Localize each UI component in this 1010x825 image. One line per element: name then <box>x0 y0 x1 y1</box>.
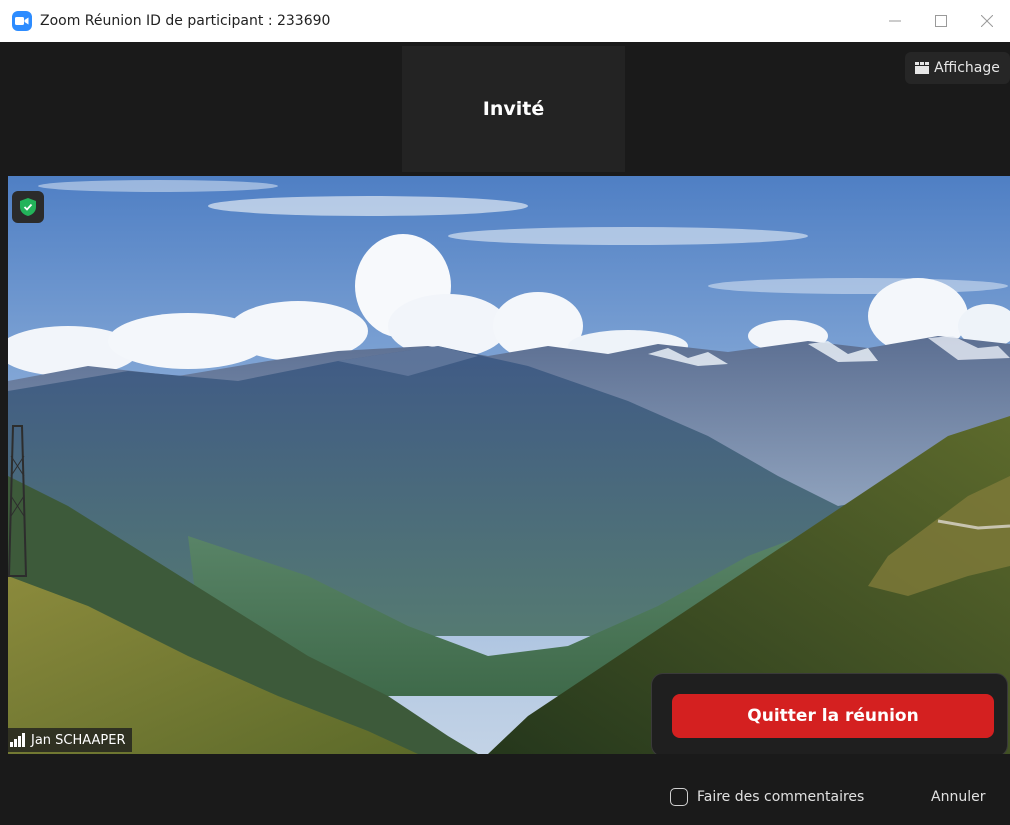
participant-name-tag: Jan SCHAAPER <box>8 728 132 752</box>
mountain-landscape-background <box>8 176 1010 754</box>
bottom-bar: Faire des commentaires Annuler <box>8 754 1010 825</box>
signal-strength-icon <box>10 733 26 747</box>
title-bar: Zoom Réunion ID de participant : 233690 <box>0 0 1010 42</box>
view-label: Affichage <box>934 60 1000 76</box>
thumbnail-strip: Invité Affichage <box>8 42 1010 176</box>
grid-view-icon <box>915 62 930 74</box>
close-button[interactable] <box>964 0 1010 42</box>
leave-meeting-button[interactable]: Quitter la réunion <box>672 694 994 738</box>
main-video[interactable]: Jan SCHAAPER <box>8 176 1010 754</box>
zoom-meeting-window: Zoom Réunion ID de participant : 233690 … <box>0 0 1010 825</box>
participant-tile-guest[interactable]: Invité <box>402 46 625 172</box>
window-title: Zoom Réunion ID de participant : 233690 <box>40 13 331 29</box>
security-shield-icon <box>20 198 36 216</box>
window-controls <box>872 0 1010 42</box>
feedback-checkbox[interactable] <box>670 788 688 806</box>
feedback-label: Faire des commentaires <box>697 789 865 805</box>
feedback-option[interactable]: Faire des commentaires <box>670 788 864 806</box>
zoom-camera-icon <box>12 11 32 31</box>
cancel-button[interactable]: Annuler <box>931 789 985 805</box>
participant-name: Jan SCHAAPER <box>31 732 126 748</box>
minimize-icon <box>889 20 901 22</box>
view-button[interactable]: Affichage <box>905 52 1010 84</box>
maximize-button[interactable] <box>918 0 964 42</box>
security-badge[interactable] <box>12 191 44 223</box>
close-icon <box>981 15 993 27</box>
leave-meeting-popup: Quitter la réunion <box>651 673 1008 757</box>
guest-name: Invité <box>482 98 545 120</box>
maximize-icon <box>935 15 947 27</box>
minimize-button[interactable] <box>872 0 918 42</box>
